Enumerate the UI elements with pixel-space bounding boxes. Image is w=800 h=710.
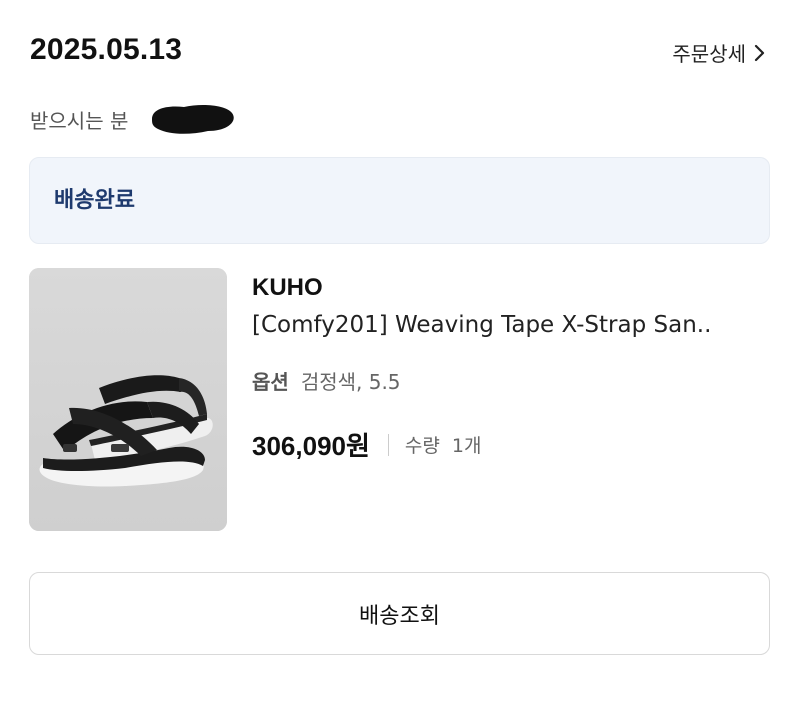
recipient-label: 받으시는 분 [30, 108, 129, 133]
option-label: 옵션 [252, 370, 289, 394]
price-divider [387, 433, 389, 456]
recipient-row: 받으시는 분 [30, 101, 238, 137]
option-value: 검정색, 5.5 [300, 370, 401, 394]
product-option: 옵션 검정색, 5.5 [252, 366, 401, 395]
redacted-name-mark [152, 105, 235, 134]
order-date: 2025.05.13 [30, 33, 183, 66]
chevron-right-icon [754, 44, 765, 61]
quantity-value: 1개 [451, 435, 482, 457]
delivery-status-box: 배송완료 [29, 157, 770, 244]
sandal-image [29, 268, 227, 531]
price-row: 306,090원 수량 1개 [252, 426, 481, 463]
order-detail-label: 주문상세 [672, 42, 746, 66]
order-detail-link[interactable]: 주문상세 [672, 38, 766, 67]
product-image[interactable] [29, 268, 227, 531]
product-price: 306,090원 [252, 431, 370, 461]
delivery-status: 배송완료 [54, 188, 135, 213]
product-brand: KUHO [252, 274, 323, 301]
track-delivery-button[interactable]: 배송조회 [29, 572, 770, 655]
product-name[interactable]: [Comfy201] Weaving Tape X-Strap San.. [252, 312, 752, 338]
quantity-label: 수량 [404, 435, 440, 457]
